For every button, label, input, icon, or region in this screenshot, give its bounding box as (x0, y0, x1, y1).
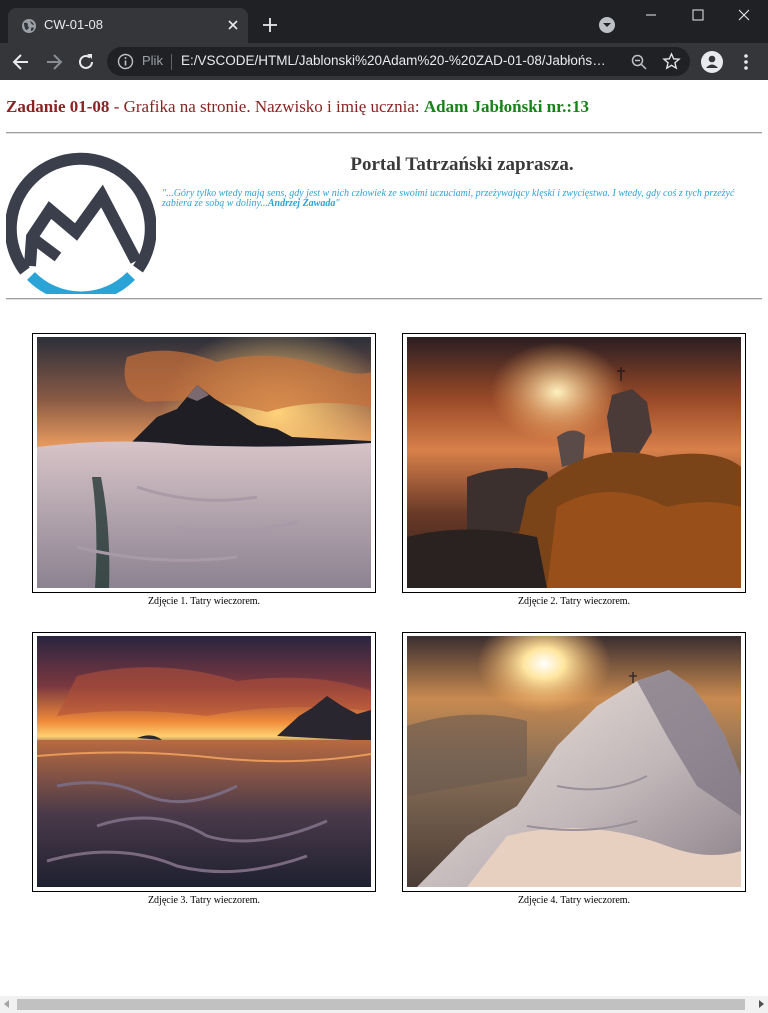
task-description: - Grafika na stronie. Nazwisko i imię uc… (109, 97, 424, 116)
tab-search-icon[interactable] (597, 15, 617, 35)
mountain-logo (6, 152, 156, 294)
address-bar[interactable]: Plik E:/VSCODE/HTML/Jablonski%20Adam%20-… (107, 47, 690, 76)
scroll-left-icon[interactable] (4, 1000, 9, 1008)
close-icon[interactable] (224, 16, 242, 34)
quote-author: Andrzej Zawada (267, 198, 336, 209)
image-caption: Zdjęcie 4. Tatry wieczorem. (517, 895, 631, 906)
mountain-photo[interactable] (407, 337, 741, 588)
image-frame (402, 632, 746, 892)
horizontal-rule (6, 298, 762, 300)
scroll-right-icon[interactable] (759, 1000, 764, 1008)
star-icon[interactable] (662, 52, 681, 71)
back-arrow-icon[interactable] (10, 51, 32, 73)
browser-toolbar: Plik E:/VSCODE/HTML/Jablonski%20Adam%20-… (0, 43, 768, 80)
figure-1: Zdjęcie 1. Tatry wieczorem. (32, 333, 376, 607)
page-heading: Zadanie 01-08 - Grafika na stronie. Nazw… (6, 97, 589, 117)
maximize-icon[interactable] (675, 0, 721, 32)
url-text[interactable]: E:/VSCODE/HTML/Jablonski%20Adam%20-%20ZA… (181, 53, 611, 68)
student-name: Adam Jabłoński nr.:13 (423, 97, 590, 116)
image-caption: Zdjęcie 3. Tatry wieczorem. (147, 895, 261, 906)
more-vert-icon[interactable] (738, 52, 754, 72)
globe-icon (22, 19, 36, 33)
horizontal-scrollbar[interactable] (0, 996, 768, 1013)
quote: "...Góry tylko wtedy mają sens, gdy jest… (162, 189, 762, 209)
forward-arrow-icon[interactable] (43, 51, 65, 73)
minimize-icon[interactable] (628, 0, 674, 32)
figure-2: Zdjęcie 2. Tatry wieczorem. (402, 333, 746, 607)
task-label: Zadanie 01-08 (6, 97, 110, 116)
quote-text: "...Góry tylko wtedy mają sens, gdy jest… (162, 188, 735, 209)
mountain-photo[interactable] (407, 636, 741, 887)
mountain-photo[interactable] (37, 337, 371, 588)
image-frame (32, 333, 376, 593)
profile-icon[interactable] (701, 51, 723, 73)
browser-tab[interactable]: CW-01-08 (8, 8, 248, 43)
mountain-photo[interactable] (37, 636, 371, 887)
scrollbar-thumb[interactable] (17, 999, 745, 1010)
portal-title: Portal Tatrzański zaprasza. (350, 154, 574, 175)
image-frame (32, 632, 376, 892)
reload-icon[interactable] (75, 51, 97, 73)
divider (171, 54, 172, 70)
image-frame (402, 333, 746, 593)
tab-title: CW-01-08 (44, 17, 104, 32)
figure-4: Zdjęcie 4. Tatry wieczorem. (402, 632, 746, 906)
quote-close: " (335, 198, 340, 209)
image-caption: Zdjęcie 2. Tatry wieczorem. (517, 596, 631, 607)
zoom-icon[interactable] (630, 53, 648, 71)
tab-strip: CW-01-08 (0, 0, 768, 43)
window-close-icon[interactable] (721, 0, 767, 32)
plus-icon[interactable] (260, 15, 280, 35)
scheme-label: Plik (142, 53, 163, 68)
page-viewport: Zadanie 01-08 - Grafika na stronie. Nazw… (0, 80, 768, 996)
horizontal-rule (6, 132, 762, 134)
figure-3: Zdjęcie 3. Tatry wieczorem. (32, 632, 376, 906)
image-caption: Zdjęcie 1. Tatry wieczorem. (147, 596, 261, 607)
info-icon[interactable] (117, 53, 134, 70)
